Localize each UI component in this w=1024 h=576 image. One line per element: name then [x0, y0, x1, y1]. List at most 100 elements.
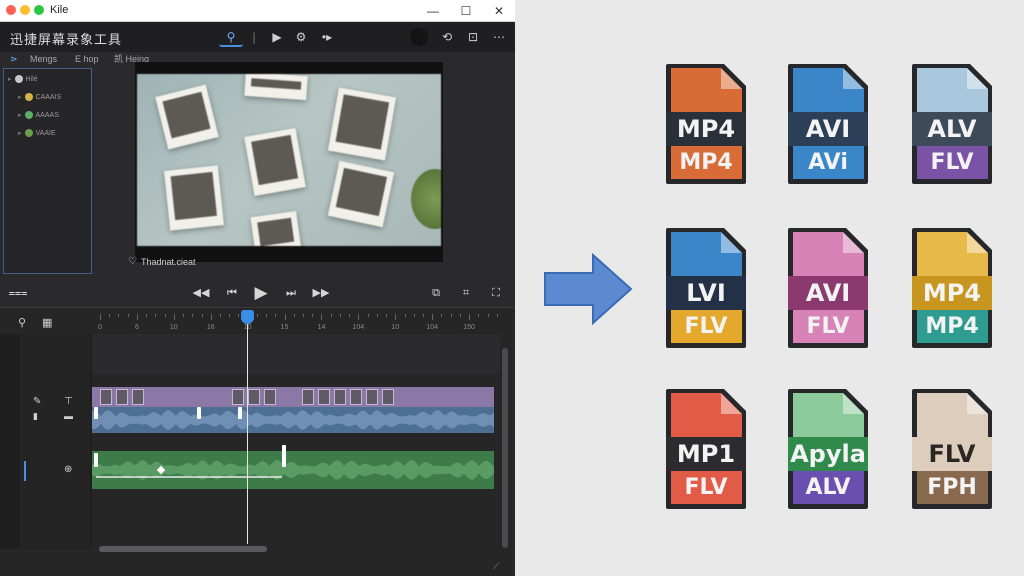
timeline-ruler[interactable]: 06101610151410410104150 [92, 312, 500, 334]
clip-thumbnail [302, 389, 314, 405]
video-clip[interactable] [92, 387, 494, 433]
plant [411, 169, 441, 229]
ruler-minor-tick [367, 314, 369, 317]
horizontal-scroll-thumb[interactable] [99, 546, 267, 552]
expand-arrow-icon[interactable]: ▸ [18, 93, 22, 101]
clip-thumbnail [100, 389, 112, 405]
tree-item-label: CAAAIS [35, 93, 62, 101]
vertical-scroll-thumb[interactable] [502, 348, 508, 548]
ruler-minor-tick [312, 314, 314, 317]
screen: Kile — ☐ ✕ 迅捷屏幕录象工具 ⚲ | ▶ ⚙ •▸ ⟲ ⊡ ⋯ ⋗ M… [0, 0, 1024, 576]
ruler-minor-tick [201, 314, 203, 317]
text-icon[interactable]: ⊤ [64, 396, 73, 407]
tree-item-label: Hilé [25, 75, 38, 83]
file-format-icon: LVI FLV [664, 226, 748, 350]
video-preview[interactable] [137, 74, 441, 246]
snapshot-icon[interactable]: ⧉ [426, 284, 446, 302]
gear-icon[interactable]: ⚙ [292, 27, 310, 47]
tab-effects[interactable]: E hop [75, 52, 99, 66]
toolbar-separator: | [252, 30, 256, 44]
ruler-minor-tick [450, 314, 452, 317]
expand-arrow-icon[interactable]: ▸ [18, 111, 22, 119]
minimize-dot[interactable] [20, 5, 30, 15]
file-format-icon: FLV FPH [910, 387, 994, 511]
clip-audio-strip [92, 407, 494, 433]
ruler-minor-tick [413, 314, 415, 317]
zoom-dot[interactable] [34, 5, 44, 15]
ruler-minor-tick [183, 314, 185, 317]
tab-media[interactable]: Mengs [30, 52, 57, 66]
clip-thumbnail [382, 389, 394, 405]
pencil-icon[interactable]: ✎ [33, 396, 41, 407]
audio-clip[interactable] [92, 445, 494, 489]
clip-marker[interactable] [238, 407, 242, 419]
tree-item[interactable]: ▸ Hilé [8, 72, 38, 86]
ruler-tick-label: 0 [98, 324, 102, 331]
undo-icon[interactable]: ⟲ [438, 27, 456, 47]
format-label-bottom: MP4 [925, 314, 979, 339]
playhead-line[interactable] [247, 312, 248, 544]
keyframe-start[interactable] [94, 453, 98, 467]
ruler-minor-tick [146, 314, 148, 317]
record-icon[interactable] [410, 28, 428, 46]
magnet-icon[interactable]: ⚲ [18, 316, 26, 329]
empty-track[interactable] [92, 334, 500, 374]
minimize-button[interactable]: — [424, 2, 442, 20]
expand-arrow-icon[interactable]: ▸ [8, 75, 12, 83]
resize-grip-icon[interactable]: ⟋ [493, 561, 499, 572]
frame-icon[interactable]: ⊡ [464, 27, 482, 47]
audio-track-icon[interactable]: ⊕ [64, 464, 72, 475]
crop-icon[interactable]: ⌗ [456, 284, 476, 302]
lock-icon[interactable]: ▬ [64, 411, 73, 421]
ruler-tick [395, 314, 397, 320]
close-button[interactable]: ✕ [490, 2, 508, 20]
clip-marker[interactable] [94, 407, 98, 419]
menu-dots-icon[interactable]: ⋯ [490, 27, 508, 47]
ruler-tick-label: 15 [280, 324, 289, 331]
ruler-tick [358, 314, 360, 320]
file-format-icon: MP4 MP4 [910, 226, 994, 350]
keyframe-end[interactable] [282, 445, 286, 467]
photo-frame [244, 127, 306, 197]
ruler-minor-tick [164, 314, 166, 317]
video-track-icon[interactable]: ▮ [33, 411, 38, 422]
ruler-tick-label: 104 [426, 324, 439, 331]
ruler-minor-tick [229, 314, 231, 317]
ruler-tick-label: 16 [206, 324, 215, 331]
list-icon[interactable]: ⩶ [8, 284, 28, 302]
maximize-button[interactable]: ☐ [457, 2, 475, 20]
clip-marker[interactable] [197, 407, 201, 419]
tree-item[interactable]: ▸ AAAAS [18, 108, 59, 122]
playhead-handle[interactable] [241, 310, 254, 324]
prev-frame-icon[interactable]: ⏮ [222, 284, 242, 302]
ruler-minor-tick [109, 314, 111, 317]
more-tools-icon[interactable]: •▸ [315, 27, 339, 47]
format-label-top: MP1 [676, 440, 736, 468]
ruler-minor-tick [266, 314, 268, 317]
close-dot[interactable] [6, 5, 16, 15]
ruler-tick [100, 314, 101, 320]
media-tree: ▸ Hilé ▸ CAAAIS ▸ AAAAS ▸ VAAIE [3, 68, 92, 274]
next-frame-icon[interactable]: ⏭ [281, 284, 301, 302]
search-icon[interactable]: ⚲ [219, 27, 243, 47]
forward-icon[interactable]: ▶▶ [311, 284, 331, 302]
expand-arrow-icon[interactable]: ▸ [18, 129, 22, 137]
transport-bar: ⩶ ◀◀ ⏮ ▶ ⏭ ▶▶ ⧉ ⌗ ⛶ [0, 280, 515, 306]
play-icon[interactable]: ▶ [268, 27, 286, 47]
rewind-icon[interactable]: ◀◀ [191, 284, 211, 302]
tree-item[interactable]: ▸ VAAIE [18, 126, 56, 140]
heart-icon[interactable]: ♡ [128, 256, 137, 267]
tree-item[interactable]: ▸ CAAAIS [18, 90, 61, 104]
photo-frame [164, 165, 224, 231]
editor-window: Kile — ☐ ✕ 迅捷屏幕录象工具 ⚲ | ▶ ⚙ •▸ ⟲ ⊡ ⋯ ⋗ M… [0, 0, 515, 576]
fullscreen-icon[interactable]: ⛶ [486, 284, 506, 302]
play-button[interactable]: ▶ [251, 284, 271, 302]
horizontal-scrollbar[interactable] [95, 545, 495, 553]
ruler-tick [432, 314, 434, 320]
vertical-scrollbar[interactable] [501, 348, 509, 548]
grid-icon[interactable]: ▦ [42, 316, 52, 329]
clip-thumbnail [366, 389, 378, 405]
ruler-minor-tick [256, 314, 258, 317]
preview-panel [135, 62, 443, 262]
ruler-minor-tick [339, 314, 341, 317]
